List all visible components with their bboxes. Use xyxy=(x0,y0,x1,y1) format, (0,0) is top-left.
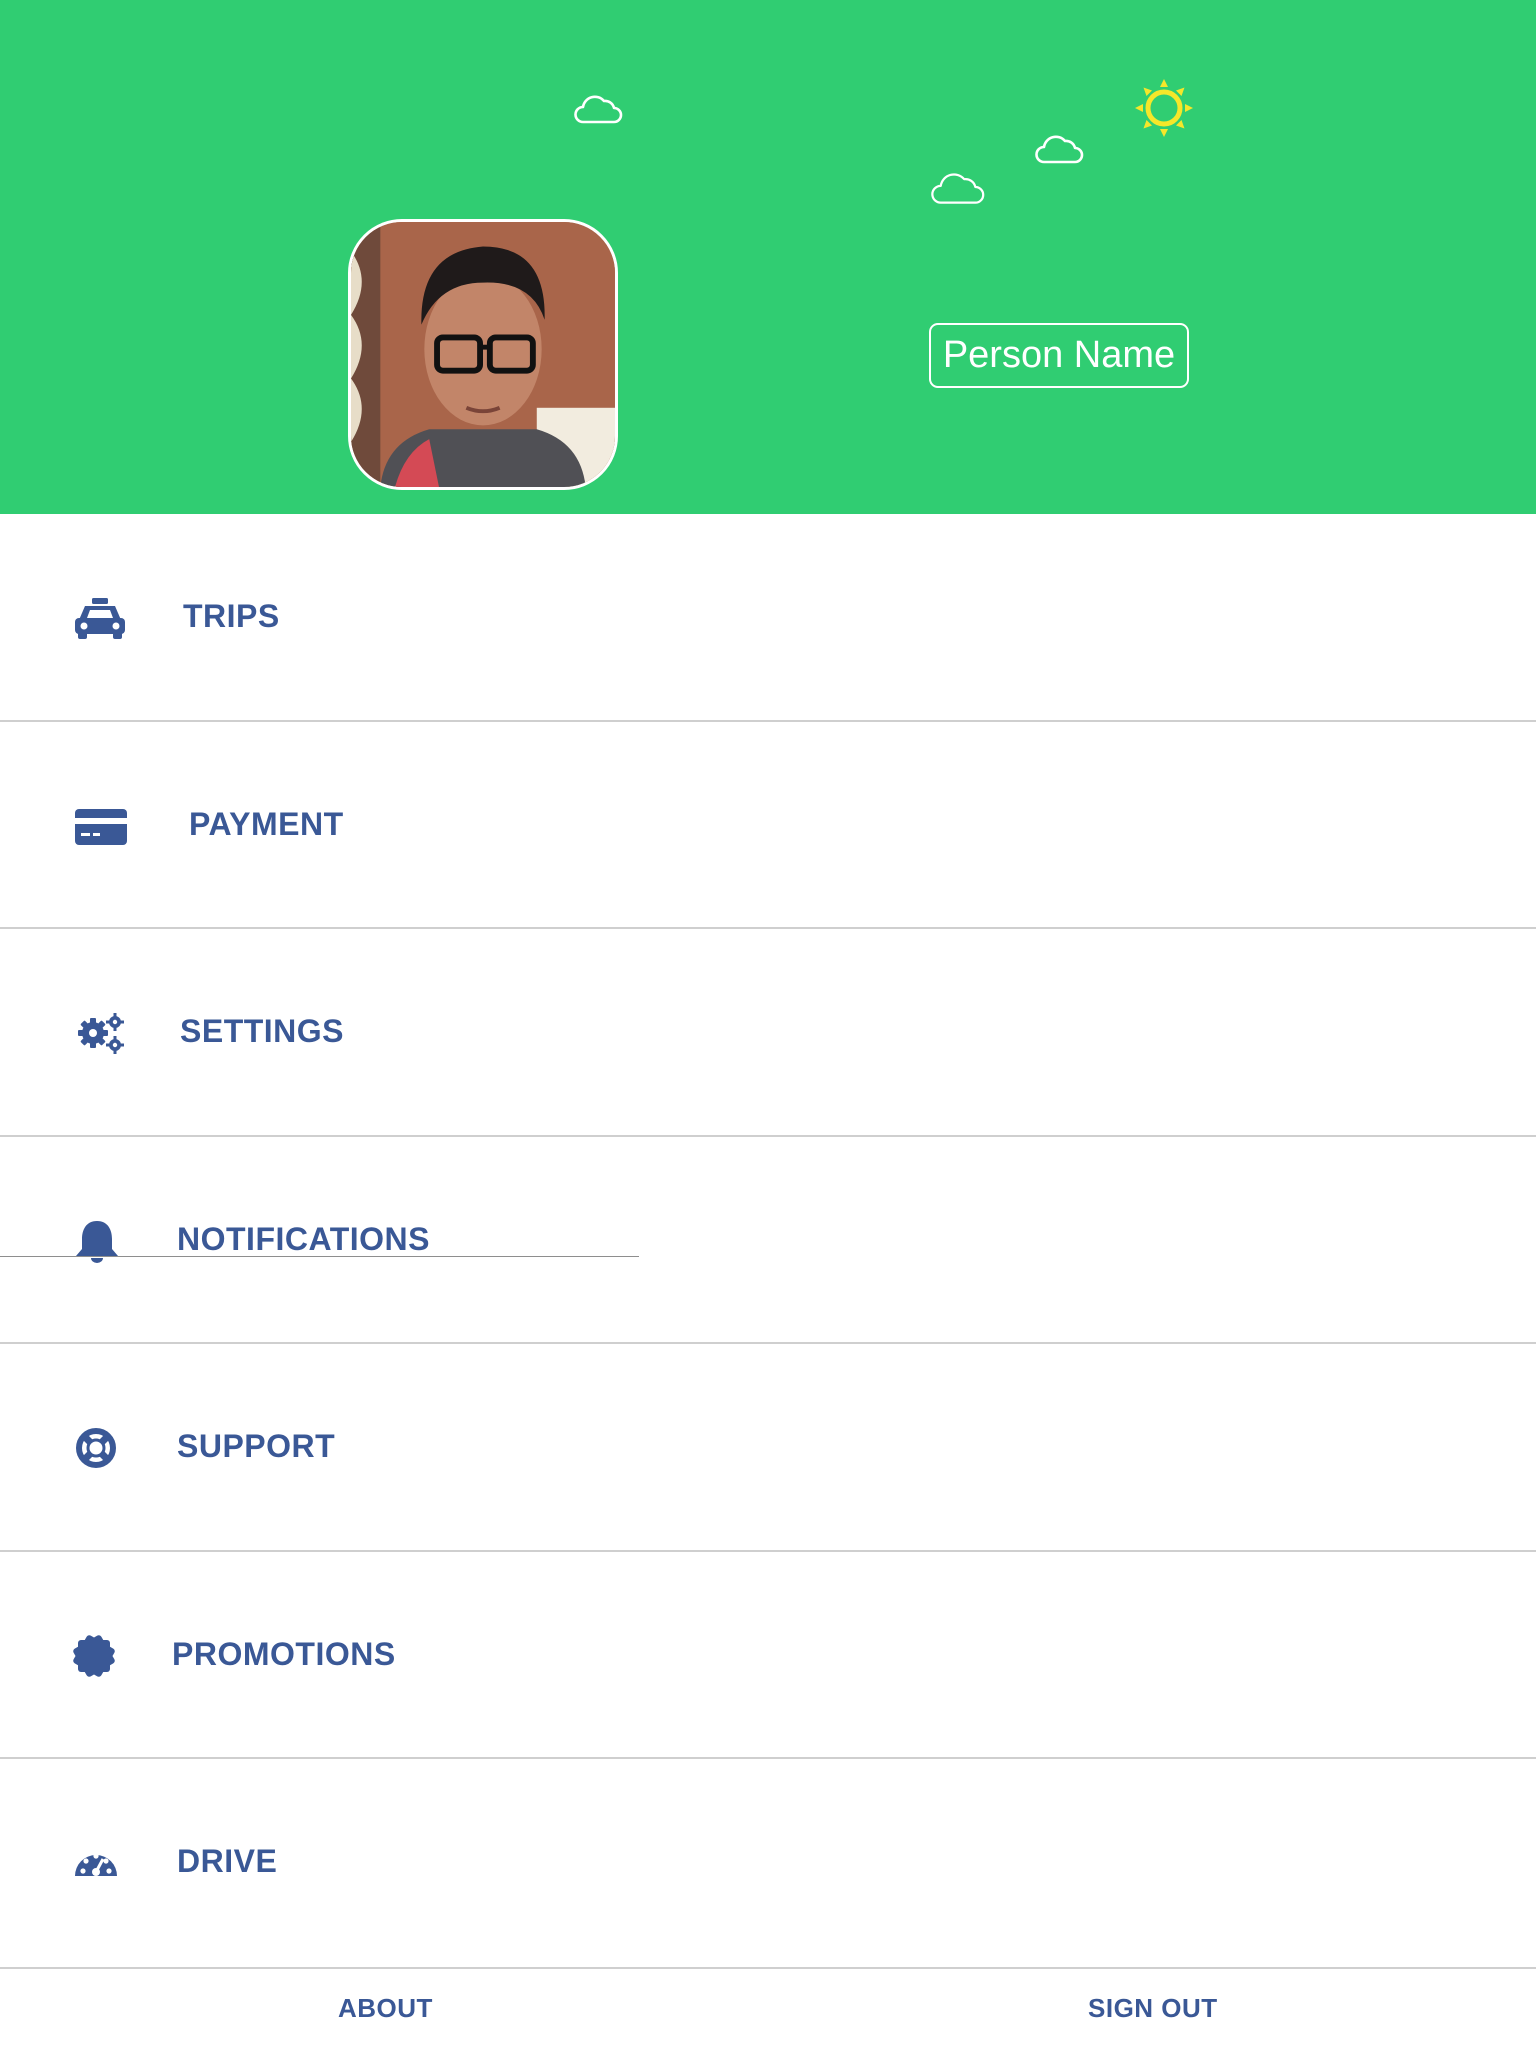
credit-card-icon xyxy=(74,804,128,848)
menu-item-payment[interactable]: PAYMENT xyxy=(0,722,1536,929)
cloud-icon xyxy=(931,173,985,204)
sign-out-link[interactable]: SIGN OUT xyxy=(1088,1993,1218,2024)
about-link[interactable]: ABOUT xyxy=(338,1993,433,2024)
person-name-badge[interactable]: Person Name xyxy=(929,323,1189,388)
cloud-icon xyxy=(574,95,623,124)
profile-header: Person Name xyxy=(0,0,1536,514)
menu-item-trips[interactable]: TRIPS xyxy=(0,514,1536,722)
avatar-photo xyxy=(351,222,615,487)
badge-icon xyxy=(67,1634,121,1678)
menu-item-drive[interactable]: DRIVE xyxy=(0,1759,1536,1967)
menu-item-promotions[interactable]: PROMOTIONS xyxy=(0,1552,1536,1759)
menu-item-notifications[interactable]: NOTIFICATIONS xyxy=(0,1137,1536,1344)
menu-item-label: TRIPS xyxy=(183,598,280,634)
cloud-icon xyxy=(1035,135,1084,164)
side-menu-screen: Person Name TRIPS PAYMENT SETTINGS NOTIF… xyxy=(0,0,1536,2048)
menu-footer: ABOUT SIGN OUT xyxy=(0,1967,1536,2048)
menu-item-label: SUPPORT xyxy=(177,1428,336,1464)
divider xyxy=(0,1256,639,1257)
menu-item-settings[interactable]: SETTINGS xyxy=(0,929,1536,1137)
menu-item-label: NOTIFICATIONS xyxy=(177,1220,430,1257)
sun-icon xyxy=(1135,79,1193,137)
menu-item-label: PROMOTIONS xyxy=(172,1635,396,1672)
gears-icon xyxy=(74,1011,128,1055)
menu-item-label: PAYMENT xyxy=(189,805,344,842)
menu-item-label: SETTINGS xyxy=(180,1013,345,1049)
life-ring-icon xyxy=(69,1426,123,1470)
side-menu-list: TRIPS PAYMENT SETTINGS NOTIFICATIONS SUP… xyxy=(0,514,1536,1967)
menu-item-support[interactable]: SUPPORT xyxy=(0,1344,1536,1552)
menu-item-label: DRIVE xyxy=(177,1843,278,1879)
speedometer-icon xyxy=(69,1841,123,1885)
avatar[interactable] xyxy=(348,219,618,490)
taxi-icon xyxy=(73,596,127,640)
